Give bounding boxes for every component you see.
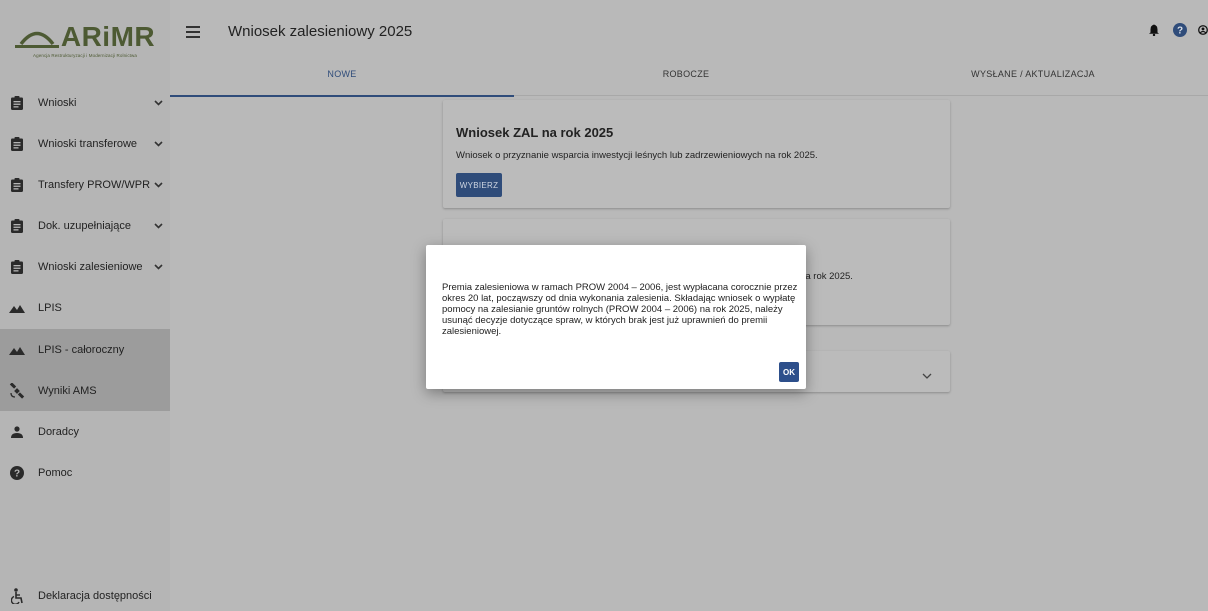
sidebar-item-deklaracja[interactable]: Deklaracja dostępności [0, 580, 170, 611]
chevron-down-icon[interactable] [153, 99, 163, 106]
sidebar-item-lpis[interactable]: LPIS [0, 287, 170, 328]
sidebar-item-transfery[interactable]: Transfery PROW/WPR [0, 164, 170, 205]
chevron-down-icon[interactable] [922, 366, 932, 384]
sidebar-item-label: Dok. uzupełniające [38, 219, 131, 232]
sidebar-item-label: LPIS [38, 301, 62, 314]
clipboard-icon [9, 136, 25, 152]
header: Wniosek zalesieniowy 2025 ? NOWE ROBOCZE… [170, 0, 1208, 97]
select-button[interactable]: WYBIERZ [456, 173, 502, 197]
sidebar-item-wyniki-ams[interactable]: Wyniki AMS [0, 370, 170, 411]
sidebar-item-label: LPIS - całoroczny [38, 343, 125, 356]
logo-subtitle: Agencja Restrukturyzacji i Modernizacji … [33, 52, 137, 58]
sidebar-item-dok-uzupelniajace[interactable]: Dok. uzupełniające [0, 205, 170, 246]
clipboard-icon [9, 177, 25, 193]
card-title: Wniosek ZAL na rok 2025 [456, 125, 614, 140]
chevron-down-icon[interactable] [153, 222, 163, 229]
svg-text:?: ? [1177, 26, 1183, 37]
header-actions: ? [1136, 22, 1208, 38]
sidebar: ARiMR Agencja Restrukturyzacji i Moderni… [0, 0, 170, 611]
tab-bar: NOWE ROBOCZE WYSŁANE / AKTUALIZACJA [170, 52, 1208, 97]
clipboard-icon [9, 95, 25, 111]
account-icon[interactable] [1198, 22, 1208, 38]
dialog-message: Premia zalesieniowa w ramach PROW 2004 –… [442, 282, 798, 337]
sidebar-item-label: Doradcy [38, 425, 79, 438]
chevron-down-icon[interactable] [153, 263, 163, 270]
sidebar-item-label: Wnioski zalesieniowe [38, 260, 143, 273]
svg-text:?: ? [14, 468, 20, 479]
application-card: Wniosek ZAL na rok 2025 Wniosek o przyzn… [443, 100, 950, 208]
sidebar-item-label: Transfery PROW/WPR [38, 178, 151, 191]
sidebar-item-label: Wnioski [38, 96, 77, 109]
sidebar-item-doradcy[interactable]: Doradcy [0, 411, 170, 452]
sidebar-item-pomoc[interactable]: ? Pomoc [0, 452, 170, 493]
card-description: Wniosek o przyznanie wsparcia inwestycji… [456, 150, 818, 161]
logo[interactable]: ARiMR Agencja Restrukturyzacji i Moderni… [0, 0, 170, 74]
clipboard-icon [9, 218, 25, 234]
sidebar-item-label: Wyniki AMS [38, 384, 97, 397]
clipboard-icon [9, 259, 25, 275]
ok-button[interactable]: OK [779, 362, 799, 382]
person-icon [9, 424, 25, 440]
tab-robocze[interactable]: ROBOCZE [514, 52, 858, 96]
terrain-icon [9, 300, 25, 316]
accessibility-icon [9, 587, 25, 604]
terrain-icon [9, 342, 25, 358]
help-icon[interactable]: ? [1172, 22, 1188, 38]
tab-wyslane[interactable]: WYSŁANE / AKTUALIZACJA [858, 52, 1208, 96]
menu-icon[interactable] [186, 26, 200, 38]
sidebar-item-wnioski-transferowe[interactable]: Wnioski transferowe [0, 123, 170, 164]
sidebar-item-wnioski[interactable]: Wnioski [0, 82, 170, 123]
logo-mark-icon [14, 31, 59, 48]
sidebar-item-label: Deklaracja dostępności [38, 589, 152, 602]
help-icon: ? [9, 465, 25, 481]
bell-icon[interactable] [1146, 22, 1162, 38]
chevron-down-icon[interactable] [153, 140, 163, 147]
page-title: Wniosek zalesieniowy 2025 [228, 23, 413, 40]
chevron-down-icon[interactable] [153, 181, 163, 188]
info-dialog: Premia zalesieniowa w ramach PROW 2004 –… [426, 245, 806, 389]
sidebar-item-label: Wnioski transferowe [38, 137, 138, 150]
tab-nowe[interactable]: NOWE [170, 52, 514, 97]
sidebar-item-lpis-caloroczny[interactable]: LPIS - całoroczny [0, 329, 170, 370]
satellite-icon [9, 382, 25, 399]
sidebar-item-wnioski-zalesieniowe[interactable]: Wnioski zalesieniowe [0, 246, 170, 287]
logo-text: ARiMR [60, 20, 156, 52]
sidebar-item-label: Pomoc [38, 466, 73, 479]
